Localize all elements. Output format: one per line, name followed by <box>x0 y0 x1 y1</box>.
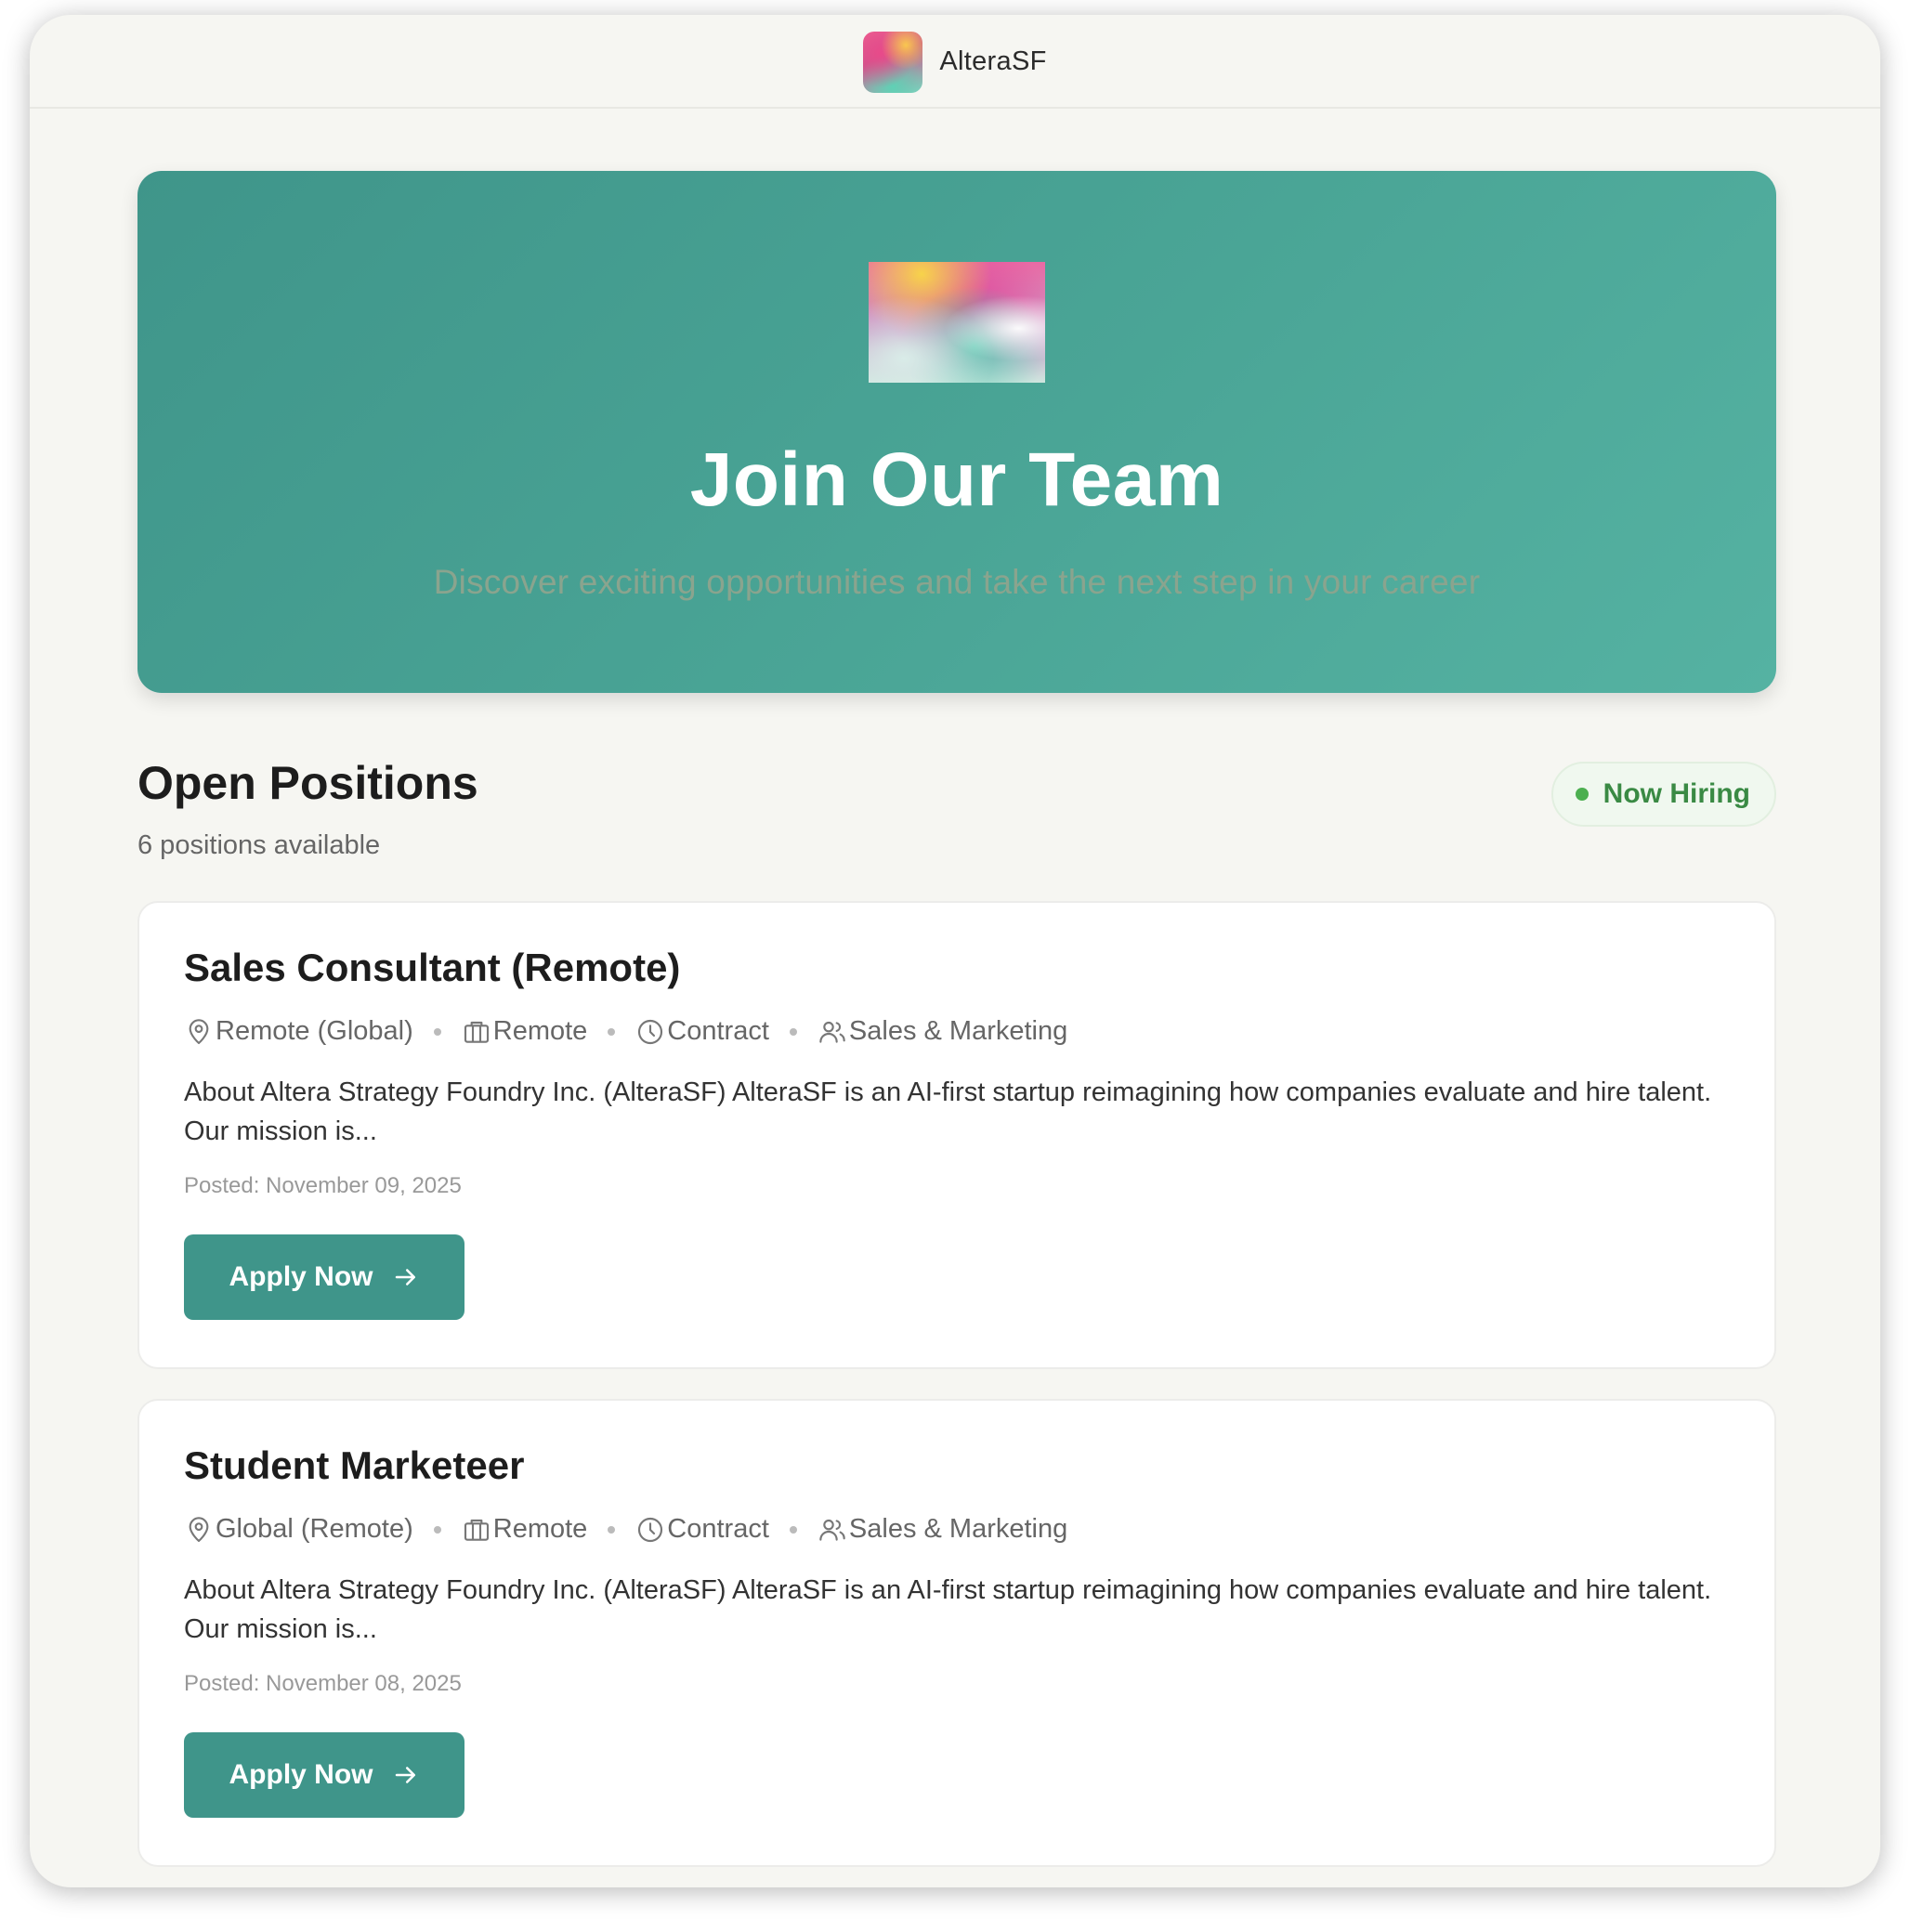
positions-header: Open Positions 6 positions available Now… <box>137 756 1776 868</box>
job-description: About Altera Strategy Foundry Inc. (Alte… <box>184 1575 1712 1644</box>
job-location: Global (Remote) <box>184 1514 413 1545</box>
meta-separator <box>608 1027 616 1036</box>
job-posted-date: Posted: November 08, 2025 <box>184 1671 462 1696</box>
arrow-right-icon <box>395 1767 415 1783</box>
clock-icon <box>638 1517 663 1542</box>
map-pin-icon <box>189 1018 209 1044</box>
job-card[interactable]: Student Marketeer Global (Remote) Remote… <box>137 1399 1776 1867</box>
now-hiring-badge: Now Hiring <box>1550 762 1776 827</box>
now-hiring-label: Now Hiring <box>1603 778 1750 809</box>
main-content: Join Our Team Discover exciting opportun… <box>137 171 1776 1867</box>
job-department: Sales & Marketing <box>818 1016 1067 1047</box>
users-icon <box>819 1021 845 1043</box>
job-card[interactable]: Sales Consultant (Remote) Remote (Global… <box>137 901 1776 1369</box>
hero-title: Join Our Team <box>689 437 1224 522</box>
job-location-text: Remote (Global) <box>216 1016 413 1046</box>
job-meta: Remote (Global) Remote Contract Sales & … <box>184 1016 1730 1047</box>
job-posted-date: Posted: November 09, 2025 <box>184 1173 462 1198</box>
meta-separator <box>433 1525 441 1534</box>
meta-separator <box>433 1027 441 1036</box>
meta-separator <box>789 1525 797 1534</box>
job-meta: Global (Remote) Remote Contract Sales & … <box>184 1514 1730 1545</box>
job-workplace-text: Remote <box>492 1514 588 1544</box>
status-dot-icon <box>1575 788 1589 801</box>
job-workplace: Remote <box>462 1016 588 1047</box>
job-department-text: Sales & Marketing <box>848 1514 1068 1544</box>
job-location: Remote (Global) <box>184 1016 413 1047</box>
job-title[interactable]: Student Marketeer <box>184 1443 1730 1488</box>
job-department-text: Sales & Marketing <box>848 1016 1068 1046</box>
briefcase-icon <box>464 1021 489 1043</box>
meta-separator <box>789 1027 797 1036</box>
job-workplace: Remote <box>462 1514 588 1545</box>
brand-name[interactable]: AlteraSF <box>939 46 1046 77</box>
meta-separator <box>608 1525 616 1534</box>
hero-banner: Join Our Team Discover exciting opportun… <box>137 171 1776 693</box>
job-workplace-text: Remote <box>492 1016 588 1046</box>
hero-image <box>869 262 1045 383</box>
apply-now-button[interactable]: Apply Now <box>184 1732 464 1818</box>
job-department: Sales & Marketing <box>818 1514 1067 1545</box>
job-description: About Altera Strategy Foundry Inc. (Alte… <box>184 1077 1712 1146</box>
clock-icon <box>638 1019 663 1044</box>
positions-title: Open Positions <box>137 757 478 809</box>
job-location-text: Global (Remote) <box>216 1514 413 1544</box>
hero-subtitle: Discover exciting opportunities and take… <box>433 563 1481 601</box>
map-pin-icon <box>189 1516 209 1542</box>
job-type-text: Contract <box>667 1514 769 1544</box>
apply-now-label: Apply Now <box>229 1261 373 1292</box>
top-bar: AlteraSF <box>30 15 1880 109</box>
apply-now-button[interactable]: Apply Now <box>184 1234 464 1320</box>
arrow-right-icon <box>395 1269 415 1286</box>
brand-logo[interactable] <box>863 31 923 93</box>
users-icon <box>819 1519 845 1541</box>
app-window: AlteraSF Join Our Team Discover exciting… <box>30 15 1880 1887</box>
job-type-text: Contract <box>667 1016 769 1046</box>
positions-count: 6 positions available <box>137 830 381 860</box>
job-title[interactable]: Sales Consultant (Remote) <box>184 946 1730 990</box>
job-type: Contract <box>635 1514 769 1545</box>
briefcase-icon <box>464 1519 489 1541</box>
apply-now-label: Apply Now <box>229 1759 373 1790</box>
job-type: Contract <box>635 1016 769 1047</box>
